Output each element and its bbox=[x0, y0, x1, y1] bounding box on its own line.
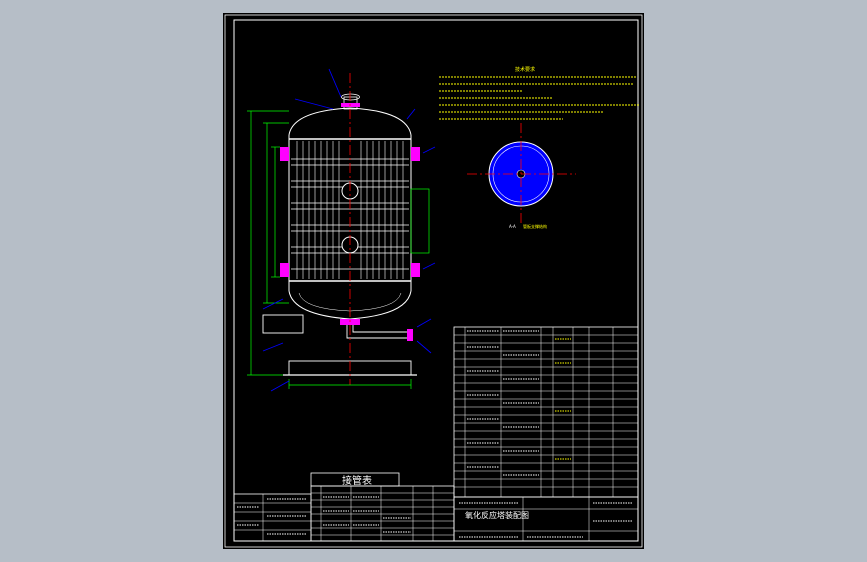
drawing-sheet: 技术要求 A-A 管板支撑结构 氧化反应塔装配图 接管表 bbox=[223, 13, 644, 549]
title-block: 氧化反应塔装配图 bbox=[453, 496, 639, 542]
bottom-outlet-flange bbox=[407, 329, 413, 341]
parts-list-frame bbox=[453, 326, 639, 498]
tech-req-title: 技术要求 bbox=[515, 66, 535, 73]
vessel-elevation-view bbox=[247, 68, 436, 392]
revision-table bbox=[233, 493, 312, 542]
section-caption: 管板支撑结构 bbox=[523, 223, 547, 229]
section-view-aa: A-A 管板支撑结构 bbox=[467, 123, 576, 229]
outer-border bbox=[224, 14, 643, 548]
revision-table-entries bbox=[237, 498, 307, 535]
parts-list-table bbox=[453, 326, 639, 498]
parts-list-rows bbox=[454, 327, 638, 497]
nozzle-table-title: 接管表 bbox=[342, 474, 372, 487]
nozzle-table-grid bbox=[311, 486, 454, 541]
nozzle-table: 接管表 bbox=[310, 472, 455, 542]
section-label: A-A bbox=[509, 224, 516, 229]
cad-viewport: 技术要求 A-A 管板支撑结构 氧化反应塔装配图 接管表 bbox=[0, 0, 867, 562]
nozzle-table-entries bbox=[323, 496, 411, 533]
drawing-canvas: 技术要求 A-A 管板支撑结构 氧化反应塔装配图 接管表 bbox=[224, 14, 643, 548]
drawing-title: 氧化反应塔装配图 bbox=[465, 510, 529, 520]
parts-list-entries bbox=[467, 330, 539, 476]
technical-requirements: 技术要求 bbox=[439, 66, 639, 120]
title-block-fields bbox=[459, 502, 633, 538]
dimension-lines bbox=[247, 110, 430, 389]
tech-req-lines bbox=[439, 76, 639, 120]
nozzle-table-frame bbox=[310, 485, 455, 542]
support-skirt bbox=[262, 314, 304, 334]
